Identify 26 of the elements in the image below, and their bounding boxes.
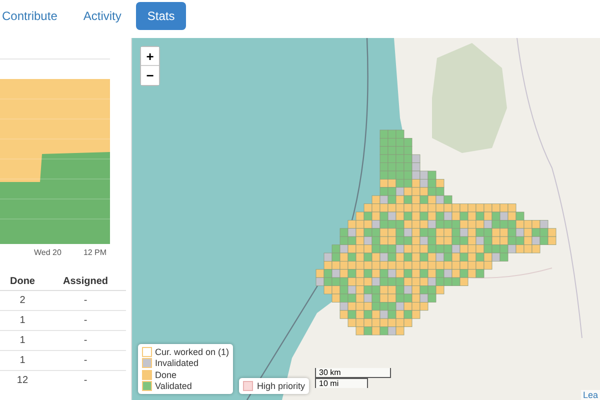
legend-label: Validated: [155, 381, 192, 392]
nav-tab[interactable]: Contribute: [0, 2, 68, 30]
table-cell: -: [44, 370, 126, 390]
scale-bar: 30 km: [315, 368, 392, 378]
legend-label: Invalidated: [155, 358, 199, 368]
attribution-link[interactable]: Lea: [580, 390, 600, 400]
legend-label: Done: [155, 370, 177, 380]
column-header: Assigned: [44, 273, 126, 290]
scale-bar: 10 mi: [315, 378, 368, 388]
table-cell: 12: [0, 370, 45, 390]
axis-label: Wed 20: [34, 248, 62, 257]
column-header: Done: [0, 273, 45, 290]
axis-label: 12 PM: [83, 248, 107, 257]
table-cell: 2: [0, 290, 45, 310]
table-cell: -: [44, 330, 126, 350]
nav-tab[interactable]: Stats: [136, 2, 186, 30]
table-cell: -: [44, 350, 126, 370]
table-cell: -: [44, 310, 126, 330]
zoom-in-button[interactable]: +: [141, 47, 159, 66]
legend-label: High priority: [257, 381, 306, 391]
table-cell: 1: [0, 330, 45, 350]
legend-label: Cur. worked on (1): [155, 346, 230, 357]
table-cell: 1: [0, 350, 45, 370]
table-cell: -: [44, 290, 126, 310]
nav-tab[interactable]: Activity: [72, 2, 132, 30]
table-cell: 1: [0, 310, 45, 330]
